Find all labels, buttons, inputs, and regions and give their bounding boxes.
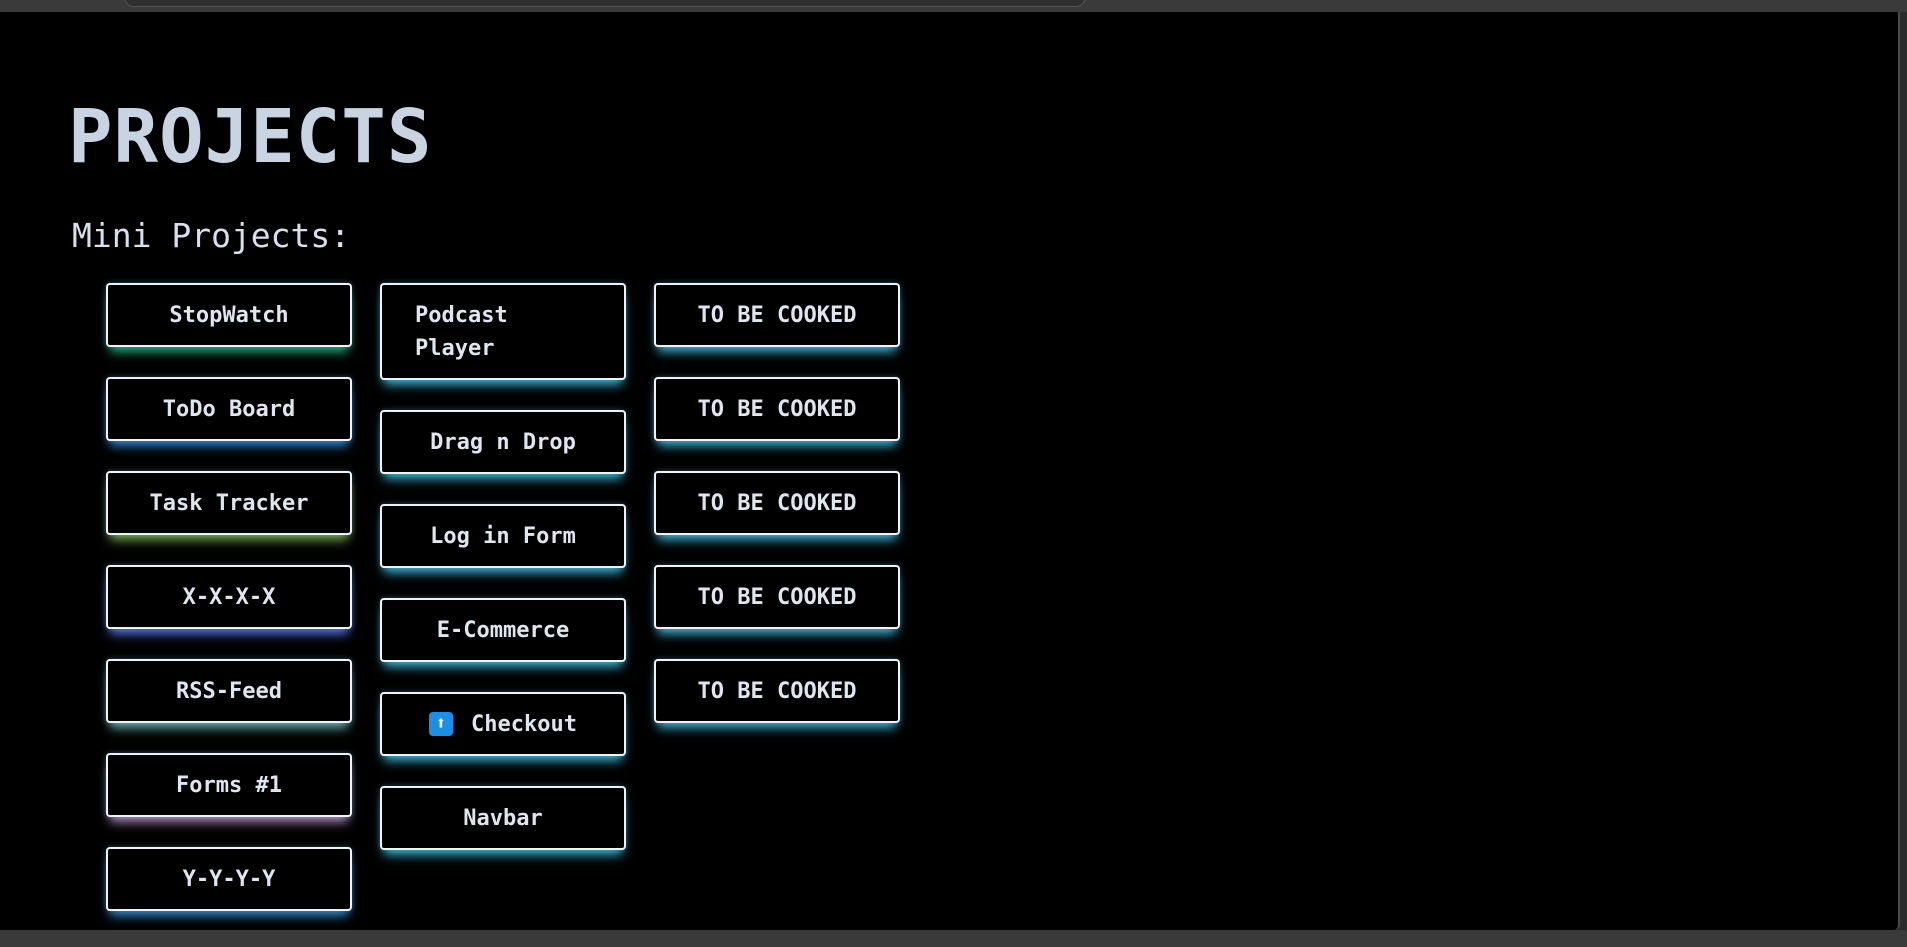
project-label: Checkout — [471, 711, 577, 737]
project-button-placeholder[interactable]: TO BE COOKED — [654, 659, 900, 723]
project-button-drag-n-drop[interactable]: Drag n Drop — [380, 410, 626, 474]
browser-bottom-bar — [0, 930, 1907, 947]
project-button-todo-board[interactable]: ToDo Board — [106, 377, 352, 441]
project-label: E-Commerce — [436, 617, 570, 643]
project-button-placeholder[interactable]: TO BE COOKED — [654, 283, 900, 347]
project-button-rss-feed[interactable]: RSS-Feed — [106, 659, 352, 723]
project-column-2: Podcast Player Drag n Drop Log in Form E… — [380, 283, 626, 880]
project-label: ToDo Board — [162, 396, 296, 422]
project-label: Podcast Player — [415, 302, 508, 361]
project-button-y-y-y-y[interactable]: Y-Y-Y-Y — [106, 847, 352, 911]
project-button-e-commerce[interactable]: E-Commerce — [380, 598, 626, 662]
page-title: PROJECTS — [68, 94, 433, 180]
address-bar-edge — [124, 0, 1086, 7]
project-label: TO BE COOKED — [697, 396, 857, 422]
project-button-podcast-player[interactable]: Podcast Player — [380, 283, 626, 380]
browser-top-bar — [0, 0, 1907, 12]
project-label: Task Tracker — [149, 490, 309, 516]
project-button-placeholder[interactable]: TO BE COOKED — [654, 565, 900, 629]
project-label: StopWatch — [169, 302, 289, 328]
project-label: TO BE COOKED — [697, 584, 857, 610]
project-label: Forms #1 — [176, 772, 282, 798]
project-button-checkout[interactable]: ⬆ Checkout — [380, 692, 626, 756]
project-column-3: TO BE COOKED TO BE COOKED TO BE COOKED T… — [654, 283, 900, 753]
project-label: TO BE COOKED — [697, 490, 857, 516]
section-title: Mini Projects: — [72, 216, 351, 255]
project-button-stopwatch[interactable]: StopWatch — [106, 283, 352, 347]
page-viewport: PROJECTS Mini Projects: StopWatch ToDo B… — [0, 12, 1900, 930]
project-button-x-x-x-x[interactable]: X-X-X-X — [106, 565, 352, 629]
project-column-1: StopWatch ToDo Board Task Tracker X-X-X-… — [106, 283, 352, 941]
project-button-task-tracker[interactable]: Task Tracker — [106, 471, 352, 535]
project-label: Y-Y-Y-Y — [182, 866, 276, 892]
project-label: TO BE COOKED — [697, 678, 857, 704]
project-button-navbar[interactable]: Navbar — [380, 786, 626, 850]
project-button-placeholder[interactable]: TO BE COOKED — [654, 377, 900, 441]
project-label: Drag n Drop — [430, 429, 576, 455]
project-label: Navbar — [463, 805, 543, 831]
project-label: Log in Form — [430, 523, 576, 549]
project-button-forms-1[interactable]: Forms #1 — [106, 753, 352, 817]
project-button-placeholder[interactable]: TO BE COOKED — [654, 471, 900, 535]
project-button-log-in-form[interactable]: Log in Form — [380, 504, 626, 568]
project-label: RSS-Feed — [176, 678, 282, 704]
project-label: TO BE COOKED — [697, 302, 857, 328]
up-arrow-icon: ⬆ — [429, 712, 454, 736]
project-label: X-X-X-X — [182, 584, 276, 610]
